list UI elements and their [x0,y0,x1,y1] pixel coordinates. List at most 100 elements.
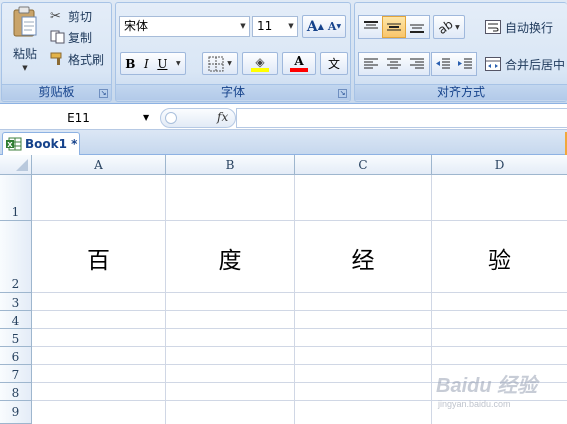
shrink-font-button[interactable]: A [328,20,337,33]
font-size-value: 11 [257,19,273,33]
align-left-button[interactable] [359,53,382,75]
row-header-1[interactable]: 1 [0,175,32,221]
font-name-value: 宋体 [124,19,149,33]
workbook-tab[interactable]: X Book1 * [2,132,80,155]
copy-button[interactable]: 复制 [50,28,92,46]
italic-button[interactable]: I [144,57,149,71]
align-left-icon [363,58,378,69]
align-right-icon [410,58,425,69]
align-bottom-button[interactable] [406,16,429,38]
decrease-indent-icon [436,58,450,69]
font-color-swatch [290,68,308,72]
excel-workbook-icon: X [6,137,22,151]
row-header-5[interactable]: 5 [0,329,32,347]
font-size-buttons: A ▲ A ▼ [302,15,346,38]
underline-button[interactable]: U [157,57,167,71]
select-all-corner[interactable] [0,155,32,175]
row-header-7[interactable]: 7 [0,365,32,383]
font-name-dropdown-icon[interactable]: ▼ [237,17,249,36]
clipboard-dialog-launcher-icon[interactable]: ↘ [99,89,108,98]
gridline-col-cd [431,175,432,424]
grow-font-button[interactable]: A [307,19,318,35]
column-header-c[interactable]: C [295,155,432,175]
paste-button[interactable]: 粘贴 ▼ [6,5,44,81]
decrease-indent-button[interactable] [432,53,454,75]
wrap-text-label: 自动换行 [505,20,554,35]
row-header-4[interactable]: 4 [0,311,32,329]
watermark-logo-text: Baidu 经验 [436,375,538,397]
gridline-row-3 [32,310,567,311]
underline-dropdown-icon[interactable]: ▼ [176,60,181,67]
name-box-value: E11 [67,111,90,125]
grow-arrow-icon: ▲ [317,22,324,31]
phonetic-button[interactable]: 文 [320,52,348,75]
worksheet-grid[interactable]: A B C D 1 2 3 4 5 6 7 8 9 百 度 经 验 Baidu … [0,155,567,424]
cell-a2[interactable]: 百 [32,241,165,275]
indent-buttons [431,52,477,76]
column-header-a[interactable]: A [32,155,166,175]
baidu-watermark: Baidu 经验 jingyan.baidu.com [436,369,564,419]
workbook-tab-label: Book1 * [25,137,78,151]
shrink-arrow-icon: ▼ [336,23,342,30]
phonetic-icon: 文 [327,57,340,71]
workbook-tab-bar: X Book1 * [0,130,567,155]
orientation-dropdown-icon[interactable]: ▼ [455,24,460,31]
cell-d2[interactable]: 验 [432,241,567,275]
formula-bar: E11 ▼ fx [0,106,567,130]
column-header-b[interactable]: B [166,155,295,175]
cell-c2[interactable]: 经 [295,241,431,275]
scissors-icon: ✂ [50,8,61,24]
select-all-triangle-icon [16,159,28,171]
format-painter-button[interactable]: 格式刷 [50,50,104,68]
insert-function-button[interactable]: fx [217,110,228,124]
align-bottom-icon [410,24,425,33]
row-header-6[interactable]: 6 [0,347,32,365]
row-header-2[interactable]: 2 [0,221,32,293]
align-top-button[interactable] [359,16,382,38]
merge-center-icon [485,57,501,71]
bold-button[interactable]: B [125,57,135,71]
cut-label: 剪切 [68,9,93,24]
merge-center-button[interactable]: 合并后居中 [485,52,565,76]
align-middle-icon [387,23,401,31]
align-middle-button[interactable] [382,16,406,38]
gridline-col-bc [294,175,295,424]
name-box-dropdown-icon[interactable]: ▼ [143,113,149,122]
cell-b2[interactable]: 度 [166,241,294,275]
fill-bucket-icon: ◈ [255,54,265,69]
fx-area: fx [160,108,236,128]
name-box[interactable]: E11 [2,108,155,128]
borders-dropdown-icon[interactable]: ▼ [227,60,232,67]
align-center-button[interactable] [382,53,405,75]
column-header-d[interactable]: D [432,155,567,175]
font-dialog-launcher-icon[interactable]: ↘ [338,89,347,98]
paste-label: 粘贴 [12,47,37,61]
cut-button[interactable]: ✂ 剪切 [50,7,92,25]
wrap-text-button[interactable]: 自动换行 [485,15,553,39]
copy-label: 复制 [68,30,93,45]
fill-color-button[interactable]: ◈ [242,52,278,75]
format-painter-label: 格式刷 [68,52,105,67]
gridline-row-2 [32,292,567,293]
row-header-9[interactable]: 9 [0,401,32,424]
formula-input[interactable] [236,108,567,128]
font-style-buttons: B I U ▼ [120,52,186,75]
font-name-combo[interactable]: 宋体 ▼ [119,16,250,37]
row-header-8[interactable]: 8 [0,383,32,401]
gridline-row-5 [32,346,567,347]
increase-indent-button[interactable] [454,53,476,75]
font-size-dropdown-icon[interactable]: ▼ [285,17,297,36]
alignment-group: ab ▼ 自动换行 合并后居中 对齐方式 [354,2,567,102]
borders-button[interactable]: ▼ [202,52,238,75]
borders-icon [208,56,224,71]
font-size-combo[interactable]: 11 ▼ [252,16,298,37]
clipboard-group-label: 剪贴板 [2,84,111,100]
paste-dropdown-icon[interactable]: ▼ [22,64,27,72]
orientation-button[interactable]: ab ▼ [433,15,465,39]
align-right-button[interactable] [406,53,429,75]
font-color-button[interactable]: A [282,52,316,75]
font-group-label: 字体 [116,84,350,100]
row-header-3[interactable]: 3 [0,293,32,311]
watermark-url: jingyan.baidu.com [438,399,511,409]
expand-handle-icon[interactable] [165,112,177,124]
